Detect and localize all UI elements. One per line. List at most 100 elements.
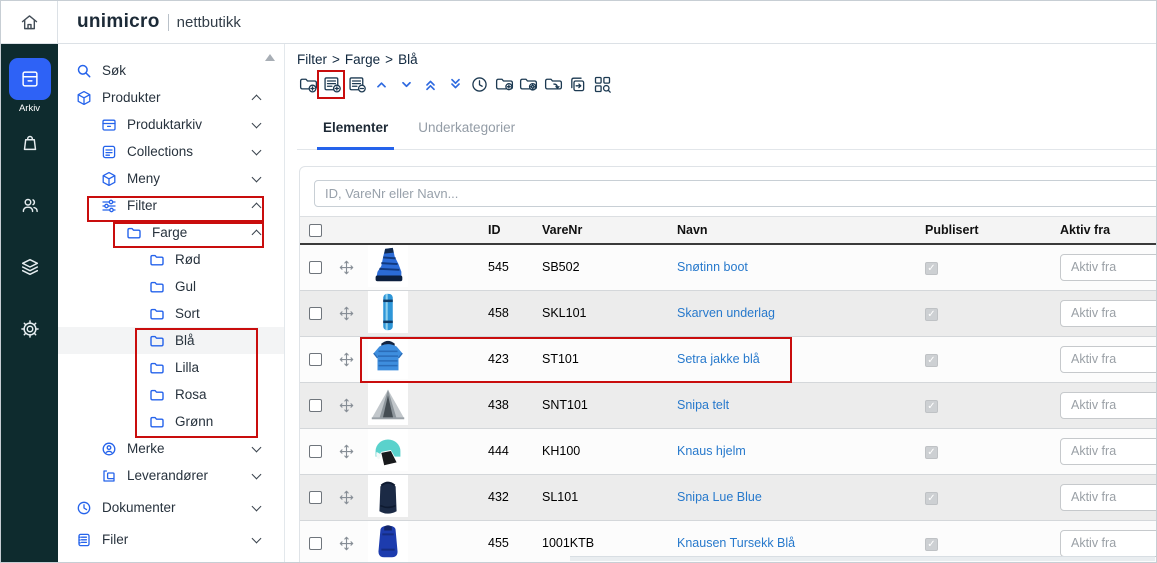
nav-item-merke[interactable]: Merke (58, 435, 284, 462)
row-checkbox[interactable] (309, 399, 322, 412)
move-handle-icon[interactable] (339, 490, 354, 505)
move-to-bottom-button[interactable] (444, 72, 466, 96)
move-handle-icon[interactable] (339, 352, 354, 367)
publisert-checkbox (925, 308, 938, 321)
rail-item-shopping-bag[interactable] (9, 130, 51, 156)
product-image[interactable] (368, 245, 408, 287)
search-input[interactable] (314, 180, 1156, 207)
row-checkbox[interactable] (309, 307, 322, 320)
breadcrumb-farge[interactable]: Farge (345, 52, 380, 67)
cell-varenr: ST101 (538, 336, 673, 382)
add-category-button[interactable] (297, 72, 319, 96)
breadcrumb-bla[interactable]: Blå (398, 52, 418, 67)
move-handle-icon[interactable] (339, 306, 354, 321)
row-checkbox[interactable] (309, 491, 322, 504)
col-header-aktiv-fra[interactable]: Aktiv fra (1038, 217, 1156, 244)
cell-id: 455 (484, 520, 538, 562)
product-image[interactable] (368, 383, 408, 425)
home-button[interactable] (1, 1, 58, 43)
remove-element-button[interactable] (346, 72, 368, 96)
nav-item-gronn[interactable]: Grønn (58, 408, 284, 435)
product-image[interactable] (368, 429, 408, 471)
product-image[interactable] (368, 337, 408, 379)
move-to-top-icon (420, 74, 441, 95)
aktiv-fra-input[interactable] (1060, 254, 1156, 281)
horizontal-scrollbar[interactable] (570, 556, 1155, 561)
col-header-varenr[interactable]: VareNr (538, 217, 673, 244)
layers-icon (19, 256, 41, 278)
product-image-art (368, 475, 408, 517)
tab-elementer[interactable]: Elementer (317, 120, 394, 150)
nav-item-farge[interactable]: Farge (58, 219, 284, 246)
history-button[interactable] (469, 72, 491, 96)
row-checkbox[interactable] (309, 353, 322, 366)
product-name-link[interactable]: Knausen Tursekk Blå (677, 536, 795, 550)
aktiv-fra-input[interactable] (1060, 300, 1156, 327)
product-image[interactable] (368, 521, 408, 563)
preview-grid-button[interactable] (591, 72, 613, 96)
product-name-link[interactable]: Snipa Lue Blue (677, 490, 762, 504)
nav-item-rosa[interactable]: Rosa (58, 381, 284, 408)
product-name-link[interactable]: Setra jakke blå (677, 352, 760, 366)
publisert-checkbox (925, 492, 938, 505)
move-handle-icon[interactable] (339, 444, 354, 459)
rail-item-gear[interactable] (9, 316, 51, 342)
row-checkbox[interactable] (309, 445, 322, 458)
product-name-link[interactable]: Knaus hjelm (677, 444, 746, 458)
move-handle-icon[interactable] (339, 398, 354, 413)
move-down-icon (396, 74, 417, 95)
move-handle-icon[interactable] (339, 260, 354, 275)
nav-item-dokumenter[interactable]: Dokumenter (58, 494, 284, 521)
move-up-button[interactable] (371, 72, 393, 96)
nav-item-leverandorer[interactable]: Leverandører (58, 462, 284, 489)
nav-item-sok[interactable]: Søk (58, 57, 284, 84)
col-header-navn[interactable]: Navn (673, 217, 923, 244)
nav-item-label: Rød (175, 252, 201, 267)
rail-item-archive-box[interactable]: Arkiv (9, 58, 51, 114)
product-image-art (368, 429, 408, 471)
chevron-icon (252, 94, 262, 104)
duplicate-button[interactable] (567, 72, 589, 96)
add-element-button[interactable] (322, 72, 344, 96)
app-rail: Arkiv (1, 44, 58, 562)
aktiv-fra-input[interactable] (1060, 346, 1156, 373)
nav-item-meny[interactable]: Meny (58, 165, 284, 192)
product-image[interactable] (368, 291, 408, 333)
move-handle-icon[interactable] (339, 536, 354, 551)
aktiv-fra-input[interactable] (1060, 530, 1156, 557)
nav-item-collections[interactable]: Collections (58, 138, 284, 165)
history-icon (469, 74, 490, 95)
rail-item-users[interactable] (9, 192, 51, 218)
product-image[interactable] (368, 475, 408, 517)
nav-item-lilla[interactable]: Lilla (58, 354, 284, 381)
row-checkbox[interactable] (309, 261, 322, 274)
folder-icon (149, 333, 165, 349)
nav-item-produkter[interactable]: Produkter (58, 84, 284, 111)
aktiv-fra-input[interactable] (1060, 438, 1156, 465)
nav-item-bla[interactable]: Blå (58, 327, 284, 354)
breadcrumb-filter[interactable]: Filter (297, 52, 327, 67)
chevron-icon (252, 118, 262, 128)
tab-underkategorier[interactable]: Underkategorier (412, 120, 521, 149)
move-down-button[interactable] (395, 72, 417, 96)
folder-settings-button[interactable] (518, 72, 540, 96)
new-folder-button[interactable] (493, 72, 515, 96)
move-to-top-button[interactable] (420, 72, 442, 96)
aktiv-fra-input[interactable] (1060, 484, 1156, 511)
rail-item-layers[interactable] (9, 254, 51, 280)
product-name-link[interactable]: Snøtinn boot (677, 260, 748, 274)
nav-item-produktarkiv[interactable]: Produktarkiv (58, 111, 284, 138)
col-header-id[interactable]: ID (484, 217, 538, 244)
nav-item-sort[interactable]: Sort (58, 300, 284, 327)
nav-item-gul[interactable]: Gul (58, 273, 284, 300)
col-header-publisert[interactable]: Publisert (923, 217, 1038, 244)
nav-item-rod[interactable]: Rød (58, 246, 284, 273)
row-checkbox[interactable] (309, 537, 322, 550)
select-all-checkbox[interactable] (309, 224, 322, 237)
nav-item-filter[interactable]: Filter (58, 192, 284, 219)
nav-item-filer[interactable]: Filer (58, 526, 284, 553)
move-to-folder-button[interactable] (542, 72, 564, 96)
aktiv-fra-input[interactable] (1060, 392, 1156, 419)
product-name-link[interactable]: Snipa telt (677, 398, 729, 412)
product-name-link[interactable]: Skarven underlag (677, 306, 775, 320)
